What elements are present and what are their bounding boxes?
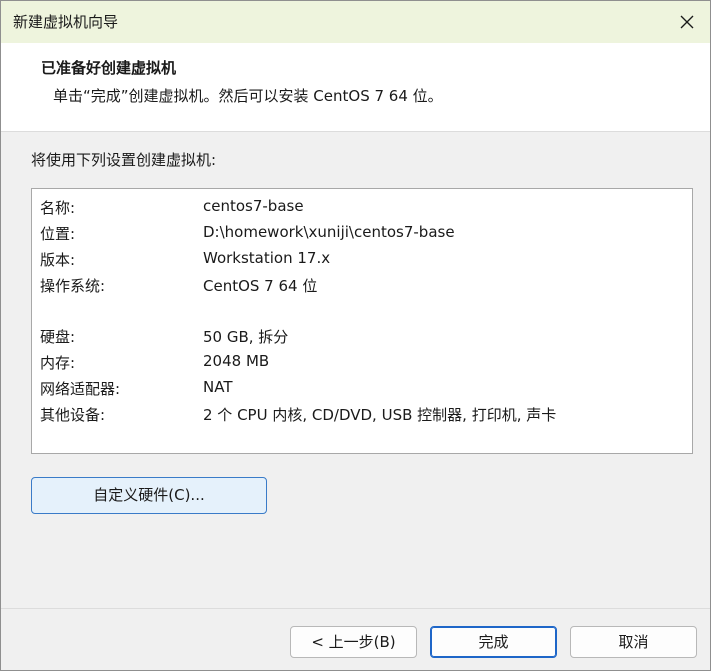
- wizard-window: 新建虚拟机向导 已准备好创建虚拟机 单击“完成”创建虚拟机。然后可以安装 Cen…: [0, 0, 711, 671]
- summary-row-network: 网络适配器: NAT: [32, 378, 692, 402]
- summary-label: 名称:: [40, 199, 76, 217]
- summary-value: Workstation 17.x: [203, 249, 331, 267]
- intro-text: 将使用下列设置创建虚拟机:: [31, 151, 217, 169]
- close-button[interactable]: [664, 1, 710, 43]
- summary-value: 2048 MB: [203, 352, 270, 370]
- cancel-button[interactable]: 取消: [570, 626, 697, 658]
- summary-label: 其他设备:: [40, 406, 106, 424]
- summary-value: centos7-base: [203, 197, 304, 215]
- wizard-header: 已准备好创建虚拟机 单击“完成”创建虚拟机。然后可以安装 CentOS 7 64…: [1, 43, 710, 132]
- summary-label: 版本:: [40, 251, 76, 269]
- summary-label: 硬盘:: [40, 328, 76, 346]
- back-button[interactable]: < 上一步(B): [290, 626, 417, 658]
- summary-label: 操作系统:: [40, 277, 106, 295]
- summary-row-location: 位置: D:\homework\xuniji\centos7-base: [32, 223, 692, 247]
- summary-label: 位置:: [40, 225, 76, 243]
- finish-button[interactable]: 完成: [430, 626, 557, 658]
- summary-row-memory: 内存: 2048 MB: [32, 352, 692, 376]
- summary-row-name: 名称: centos7-base: [32, 197, 692, 221]
- summary-value: 50 GB, 拆分: [203, 328, 289, 346]
- summary-label: 内存:: [40, 354, 76, 372]
- summary-row-os: 操作系统: CentOS 7 64 位: [32, 275, 692, 299]
- summary-row-disk: 硬盘: 50 GB, 拆分: [32, 326, 692, 350]
- summary-row-version: 版本: Workstation 17.x: [32, 249, 692, 273]
- close-icon: [680, 15, 694, 29]
- summary-label: 网络适配器:: [40, 380, 121, 398]
- summary-value: 2 个 CPU 内核, CD/DVD, USB 控制器, 打印机, 声卡: [203, 406, 557, 424]
- customize-hardware-button[interactable]: 自定义硬件(C)...: [31, 477, 267, 514]
- summary-panel: 名称: centos7-base 位置: D:\homework\xuniji\…: [31, 188, 693, 454]
- summary-value: NAT: [203, 378, 233, 396]
- title-bar: 新建虚拟机向导: [1, 1, 710, 43]
- summary-value: CentOS 7 64 位: [203, 277, 318, 295]
- summary-value: D:\homework\xuniji\centos7-base: [203, 223, 455, 241]
- header-title: 已准备好创建虚拟机: [41, 59, 177, 77]
- window-title: 新建虚拟机向导: [13, 13, 119, 31]
- summary-row-other-devices: 其他设备: 2 个 CPU 内核, CD/DVD, USB 控制器, 打印机, …: [32, 404, 692, 428]
- footer-divider: [1, 608, 710, 609]
- header-subtitle: 单击“完成”创建虚拟机。然后可以安装 CentOS 7 64 位。: [53, 87, 443, 105]
